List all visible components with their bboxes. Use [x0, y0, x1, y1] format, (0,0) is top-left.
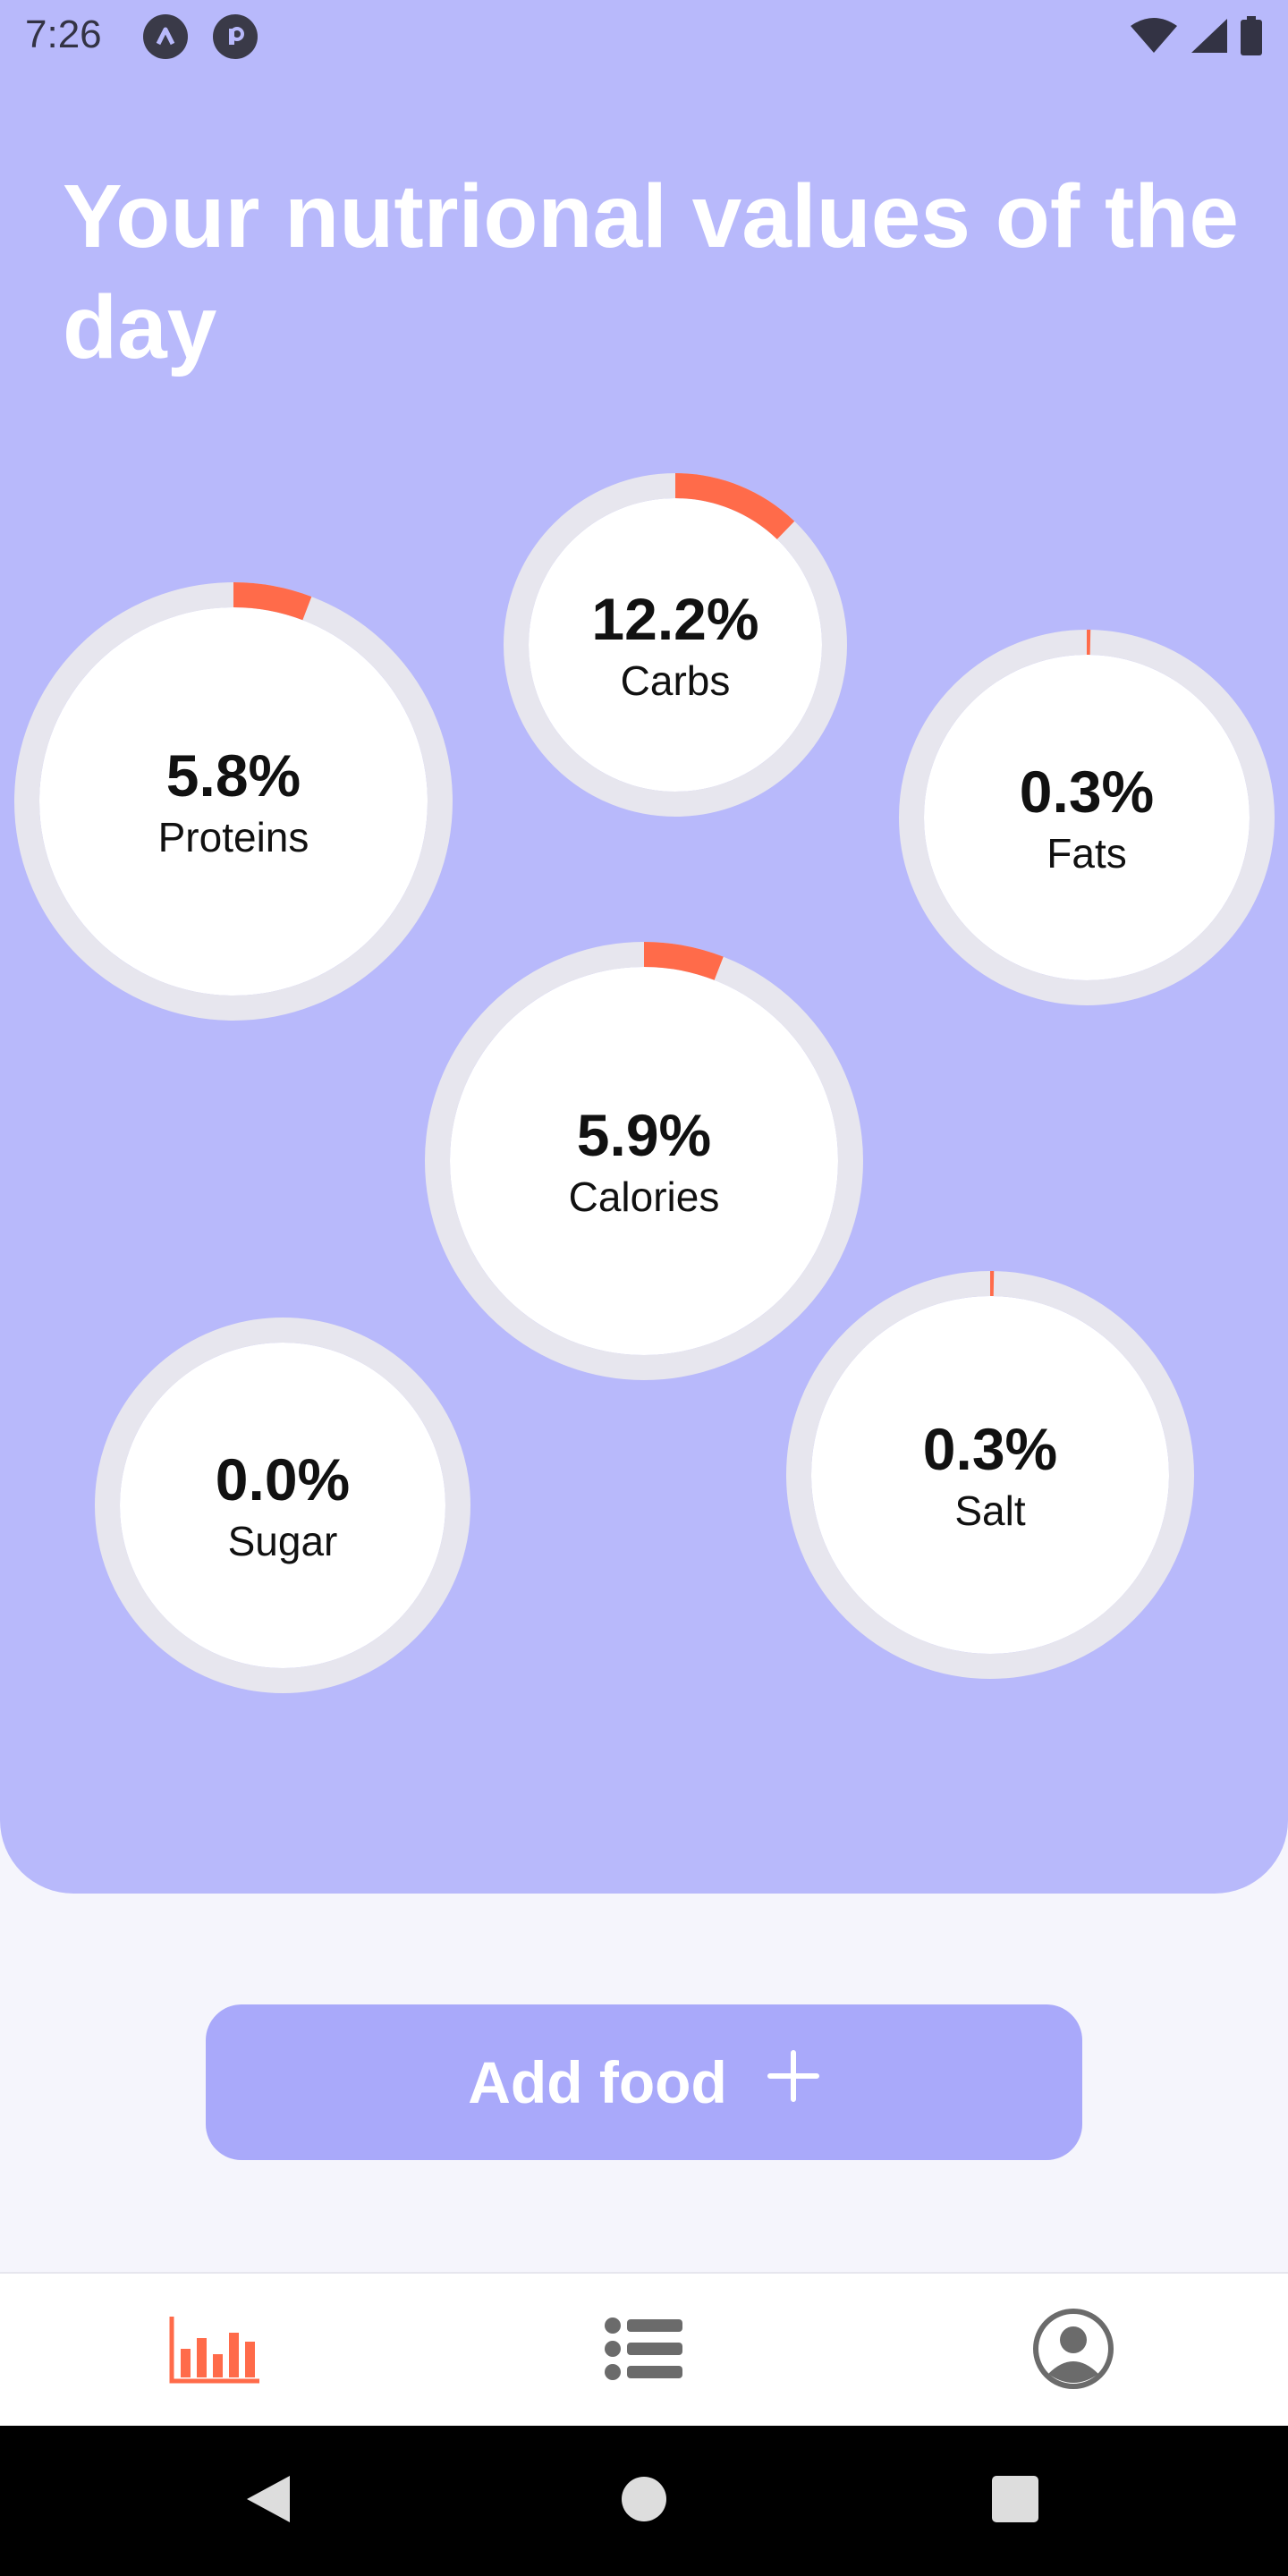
battery-icon — [1240, 16, 1263, 60]
calories-label: Calories — [568, 1174, 720, 1220]
home-button[interactable] — [555, 2426, 733, 2576]
system-nav-bar — [0, 2426, 1288, 2576]
nav-item-profile[interactable] — [939, 2274, 1208, 2428]
bottom-nav — [0, 2272, 1288, 2428]
app-r-icon — [213, 14, 258, 59]
nav-item-stats[interactable] — [80, 2274, 349, 2428]
proteins-percent: 5.8% — [165, 742, 301, 809]
cellular-signal-icon — [1190, 17, 1229, 59]
sugar-percent: 0.0% — [215, 1446, 351, 1513]
nutrient-circle-sugar: 0.0% Sugar — [95, 1318, 470, 1693]
app-a-icon — [143, 14, 188, 59]
carbs-label: Carbs — [620, 657, 731, 704]
recents-icon — [992, 2475, 1038, 2527]
fats-label: Fats — [1046, 830, 1127, 877]
nutrient-circle-fats: 0.3% Fats — [899, 630, 1275, 1005]
nutrient-circle-carbs: 12.2% Carbs — [504, 473, 847, 817]
salt-percent: 0.3% — [922, 1416, 1058, 1482]
back-icon — [243, 2472, 293, 2530]
add-food-label: Add food — [468, 2049, 727, 2115]
sugar-label: Sugar — [227, 1518, 338, 1564]
plus-icon — [767, 2048, 820, 2116]
status-time: 7:26 — [25, 13, 102, 56]
nutrient-circle-proteins: 5.8% Proteins — [14, 582, 453, 1021]
proteins-label: Proteins — [157, 814, 309, 860]
calories-percent: 5.9% — [576, 1102, 712, 1168]
add-food-button[interactable]: Add food — [206, 2004, 1082, 2160]
back-button[interactable] — [179, 2426, 358, 2576]
status-bar: 7:26 — [0, 0, 1288, 75]
carbs-percent: 12.2% — [591, 586, 759, 652]
account-circle-icon — [1032, 2308, 1114, 2394]
list-icon — [604, 2317, 684, 2385]
nutrient-circle-salt: 0.3% Salt — [786, 1271, 1194, 1679]
bar-chart-icon — [168, 2313, 261, 2389]
fats-percent: 0.3% — [1019, 758, 1155, 825]
salt-label: Salt — [954, 1487, 1026, 1534]
page-title: Your nutrional values of the day — [63, 166, 1239, 377]
wifi-icon — [1129, 17, 1179, 59]
home-icon — [621, 2476, 667, 2527]
recents-button[interactable] — [926, 2426, 1105, 2576]
nav-item-list[interactable] — [510, 2274, 778, 2428]
